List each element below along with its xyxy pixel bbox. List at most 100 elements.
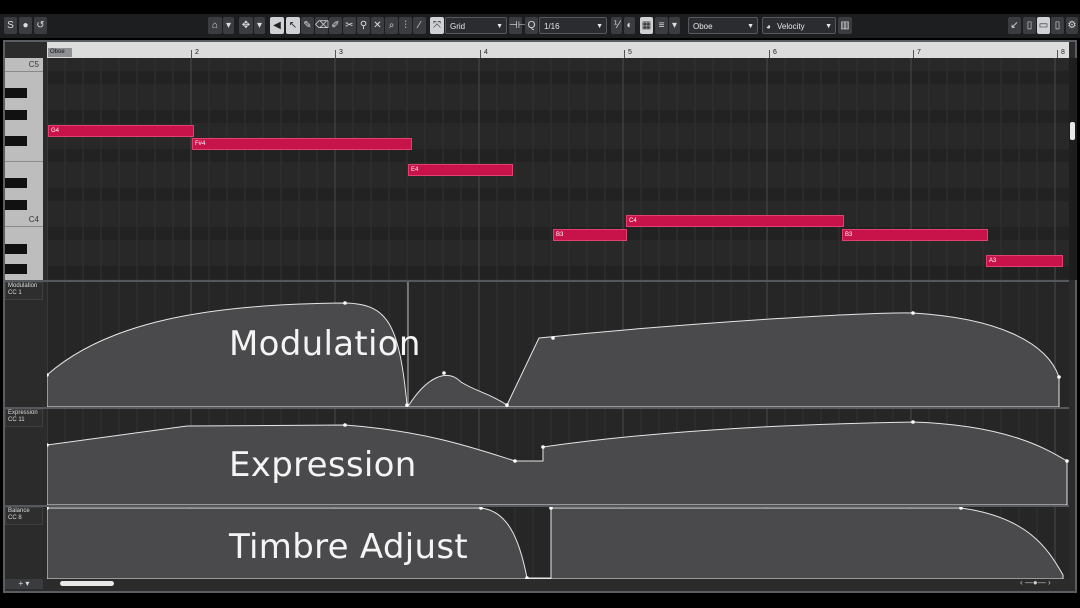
black-key[interactable]	[5, 244, 27, 254]
lower-zone-icon[interactable]: ▭	[1037, 17, 1050, 34]
lane-overlay-title: Modulation	[229, 324, 421, 364]
black-key[interactable]	[5, 264, 27, 274]
black-key[interactable]	[5, 136, 27, 146]
lane-name: Expression	[8, 410, 38, 416]
snap-icon[interactable]: ⤧	[430, 17, 444, 34]
ruler-bar-label: 3	[339, 49, 343, 56]
chevron-down-icon: ▼	[496, 23, 503, 30]
vertical-scroll-thumb[interactable]	[1070, 122, 1075, 140]
lane-header-balance[interactable]: Balance CC 8	[5, 507, 43, 525]
black-key[interactable]	[5, 178, 27, 188]
ruler-tick	[624, 50, 625, 58]
ruler-bar-label: 5	[628, 49, 632, 56]
trim-tool-icon[interactable]: ✐	[329, 17, 342, 34]
lane-cc: CC 8	[8, 515, 22, 521]
midi-note[interactable]: B3	[553, 229, 627, 241]
add-lane-button[interactable]: + ▾	[5, 579, 43, 589]
right-zone-icon[interactable]: ▯	[1051, 17, 1064, 34]
parts-list-icon[interactable]: ≡	[655, 17, 668, 34]
grid-color-icon[interactable]: ◐	[624, 17, 635, 34]
expression-curve	[47, 409, 1069, 505]
info-icon[interactable]: ✥	[239, 17, 253, 34]
edit-active-part-icon[interactable]: ▦	[640, 17, 653, 34]
quantize-icon[interactable]: Q	[525, 17, 538, 34]
piano-keyboard[interactable]: C5 C4	[5, 58, 43, 280]
settings-icon[interactable]: ⚙	[1066, 17, 1078, 34]
black-key[interactable]	[5, 200, 27, 210]
line-tool-icon[interactable]: ⫶	[399, 17, 412, 34]
controller-lane-balance[interactable]: Timbre Adjust	[47, 507, 1069, 579]
lane-overlay-title: Timbre Adjust	[229, 527, 469, 567]
lane-header-modulation[interactable]: Modulation CC 1	[5, 282, 43, 300]
collapse-icon[interactable]: ↙	[1008, 17, 1021, 34]
left-zone-icon[interactable]: ▯	[1023, 17, 1036, 34]
pencil-line-icon[interactable]: ⁄	[413, 17, 426, 34]
modulation-curve	[47, 282, 1061, 407]
lane-header-expression[interactable]: Expression CC 11	[5, 409, 43, 427]
snap-zero-icon[interactable]: ⊣⊢	[509, 17, 526, 34]
note-pitch-label: B3	[845, 232, 853, 238]
ruler-tick	[1057, 50, 1058, 58]
horizontal-scroll-thumb[interactable]	[60, 581, 114, 586]
instrument-value: Oboe	[693, 22, 713, 31]
midi-note[interactable]: C4	[626, 215, 844, 227]
mute-tool-icon[interactable]: ✕	[371, 17, 384, 34]
vertical-scrollbar[interactable]	[1069, 58, 1077, 280]
key-label-c5: C5	[28, 60, 39, 69]
draw-tool-icon[interactable]: ✎	[301, 17, 314, 34]
ruler-tick	[191, 50, 192, 58]
solo-icon[interactable]: S	[4, 17, 17, 34]
ruler-tick	[769, 50, 770, 58]
midi-note[interactable]: B3	[842, 229, 988, 241]
midi-note[interactable]: A3	[986, 255, 1063, 267]
palette-icon: ◕	[766, 22, 771, 31]
speaker-icon[interactable]: ◀	[270, 17, 284, 34]
record-icon[interactable]: ●	[19, 17, 32, 34]
quantize-value: 1/16	[544, 22, 560, 31]
zoom-tool-icon[interactable]: ⌕	[385, 17, 398, 34]
note-grid-lines	[47, 58, 1069, 280]
black-key[interactable]	[5, 88, 27, 98]
midi-note[interactable]: F#4	[192, 138, 412, 150]
monitor-icon[interactable]: ↺	[34, 17, 47, 34]
balance-curve	[47, 507, 1064, 579]
auto-scroll-dropdown-icon[interactable]: ▾	[223, 17, 234, 34]
snap-type-select[interactable]: Grid ▼	[445, 17, 507, 34]
chevron-down-icon: ▼	[747, 23, 754, 30]
parts-dropdown-icon[interactable]: ▾	[669, 17, 680, 34]
erase-tool-icon[interactable]: ⌫	[315, 17, 329, 34]
select-tool-icon[interactable]: ↖	[286, 17, 300, 34]
ruler-tick	[335, 50, 336, 58]
note-pitch-label: B3	[556, 232, 564, 238]
key-label-c4: C4	[28, 215, 39, 224]
lane-cc: CC 1	[8, 290, 22, 296]
ruler-bar-label: 8	[1061, 49, 1065, 56]
quantize-select[interactable]: 1/16 ▼	[539, 17, 607, 34]
split-tool-icon[interactable]: ✂	[343, 17, 356, 34]
note-pitch-label: C4	[629, 218, 637, 224]
controller-lane-expression[interactable]: Expression	[47, 409, 1069, 505]
lane-overlay-title: Expression	[229, 445, 417, 485]
glue-tool-icon[interactable]: ⚲	[357, 17, 370, 34]
auto-scroll-icon[interactable]: ⌂	[208, 17, 222, 34]
controller-lane-modulation[interactable]: Modulation	[47, 282, 1069, 407]
ruler[interactable]: 2 3 4 5 6 7 8	[47, 42, 1069, 58]
black-key[interactable]	[5, 110, 27, 120]
zoom-slider[interactable]: ‹ —●— ›	[1020, 578, 1068, 588]
lane-name: Modulation	[8, 283, 38, 289]
midi-note[interactable]: G4	[48, 125, 194, 137]
ruler-bar-label: 7	[917, 49, 921, 56]
ruler-bar-label: 2	[195, 49, 199, 56]
white-key-divider	[5, 226, 43, 227]
toolbar: S ● ↺ ⌂ ▾ ✥ ▾ ◀ ↖ ✎ ⌫ ✐ ✂ ⚲ ✕ ⌕ ⫶ ⁄ ⤧ Gr…	[0, 14, 1080, 38]
length-quantize-icon[interactable]: ⅟	[611, 17, 622, 34]
note-grid[interactable]: G4 F#4 E4 B3 C4 B3 A3	[47, 58, 1069, 280]
lane-cc: CC 11	[8, 417, 25, 423]
keyboard-icon[interactable]: ▥	[838, 17, 852, 34]
info-dropdown-icon[interactable]: ▾	[254, 17, 265, 34]
controller-lane-select[interactable]: ◕ Velocity ▼	[762, 17, 836, 34]
midi-note[interactable]: E4	[408, 164, 513, 176]
part-name-label: Oboe	[48, 48, 72, 57]
instrument-select[interactable]: Oboe ▼	[688, 17, 758, 34]
white-key-divider	[5, 71, 43, 72]
